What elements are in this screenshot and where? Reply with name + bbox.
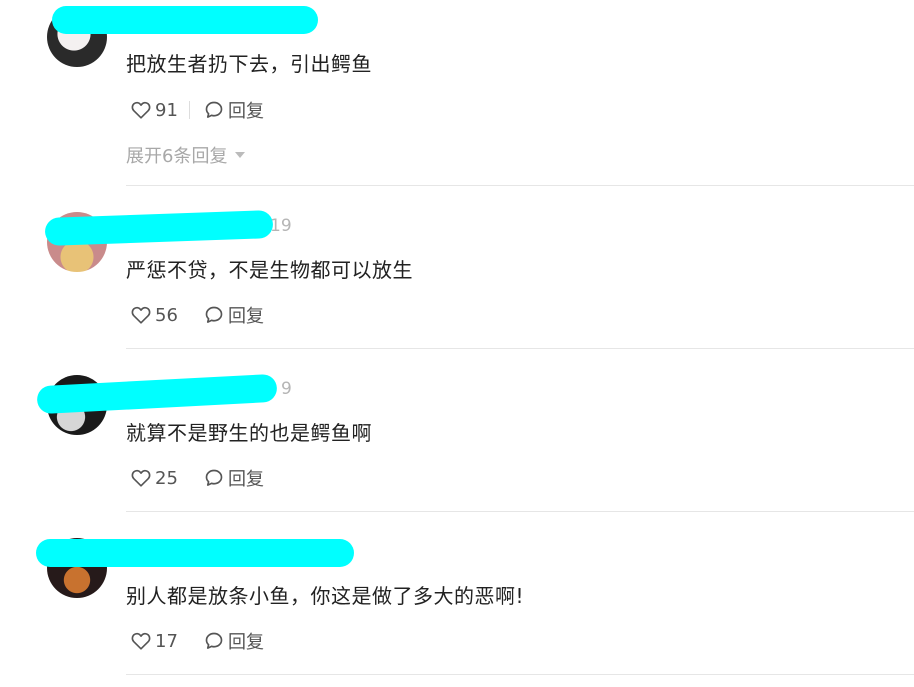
heart-outline-icon[interactable]: [131, 632, 151, 650]
like-count: 25: [155, 467, 178, 489]
caret-down-icon: [235, 152, 246, 158]
reply-button[interactable]: 回复: [228, 302, 264, 328]
like-count: 91: [155, 99, 178, 121]
speech-bubble-icon[interactable]: [204, 100, 224, 120]
comment-actions: 56 回复: [131, 302, 264, 328]
reply-button[interactable]: 回复: [228, 97, 264, 123]
comment-text: 别人都是放条小鱼，你这是做了多大的恶啊!: [126, 584, 525, 608]
like-count: 56: [155, 304, 178, 326]
comment-divider: [126, 511, 914, 512]
reply-button[interactable]: 回复: [228, 465, 264, 491]
expand-replies-button[interactable]: 展开6条回复: [126, 142, 246, 168]
speech-bubble-icon[interactable]: [204, 631, 224, 651]
speech-bubble-icon[interactable]: [204, 305, 224, 325]
speech-bubble-icon[interactable]: [204, 468, 224, 488]
comment-actions: 25 回复: [131, 465, 264, 491]
redacted-username: [36, 539, 354, 567]
comment-text: 就算不是野生的也是鳄鱼啊: [126, 421, 372, 445]
comment-text: 把放生者扔下去，引出鳄鱼: [126, 52, 372, 76]
comment-divider: [126, 185, 914, 186]
heart-outline-icon[interactable]: [131, 469, 151, 487]
action-separator: [189, 469, 190, 487]
heart-outline-icon[interactable]: [131, 306, 151, 324]
comment-divider: [126, 348, 914, 349]
action-separator: [189, 306, 190, 324]
reply-button[interactable]: 回复: [228, 628, 264, 654]
expand-replies-label: 展开6条回复: [126, 146, 228, 167]
heart-outline-icon[interactable]: [131, 101, 151, 119]
action-separator: [189, 101, 190, 119]
comment-actions: 17 回复: [131, 628, 264, 654]
comment-text: 严惩不贷，不是生物都可以放生: [126, 258, 413, 282]
comment-date: 19: [270, 216, 292, 236]
comment-date: 9: [281, 379, 292, 399]
comment-divider: [126, 674, 914, 675]
redacted-username: [52, 6, 318, 34]
comment-actions: 91 回复: [131, 97, 264, 123]
action-separator: [189, 632, 190, 650]
like-count: 17: [155, 630, 178, 652]
